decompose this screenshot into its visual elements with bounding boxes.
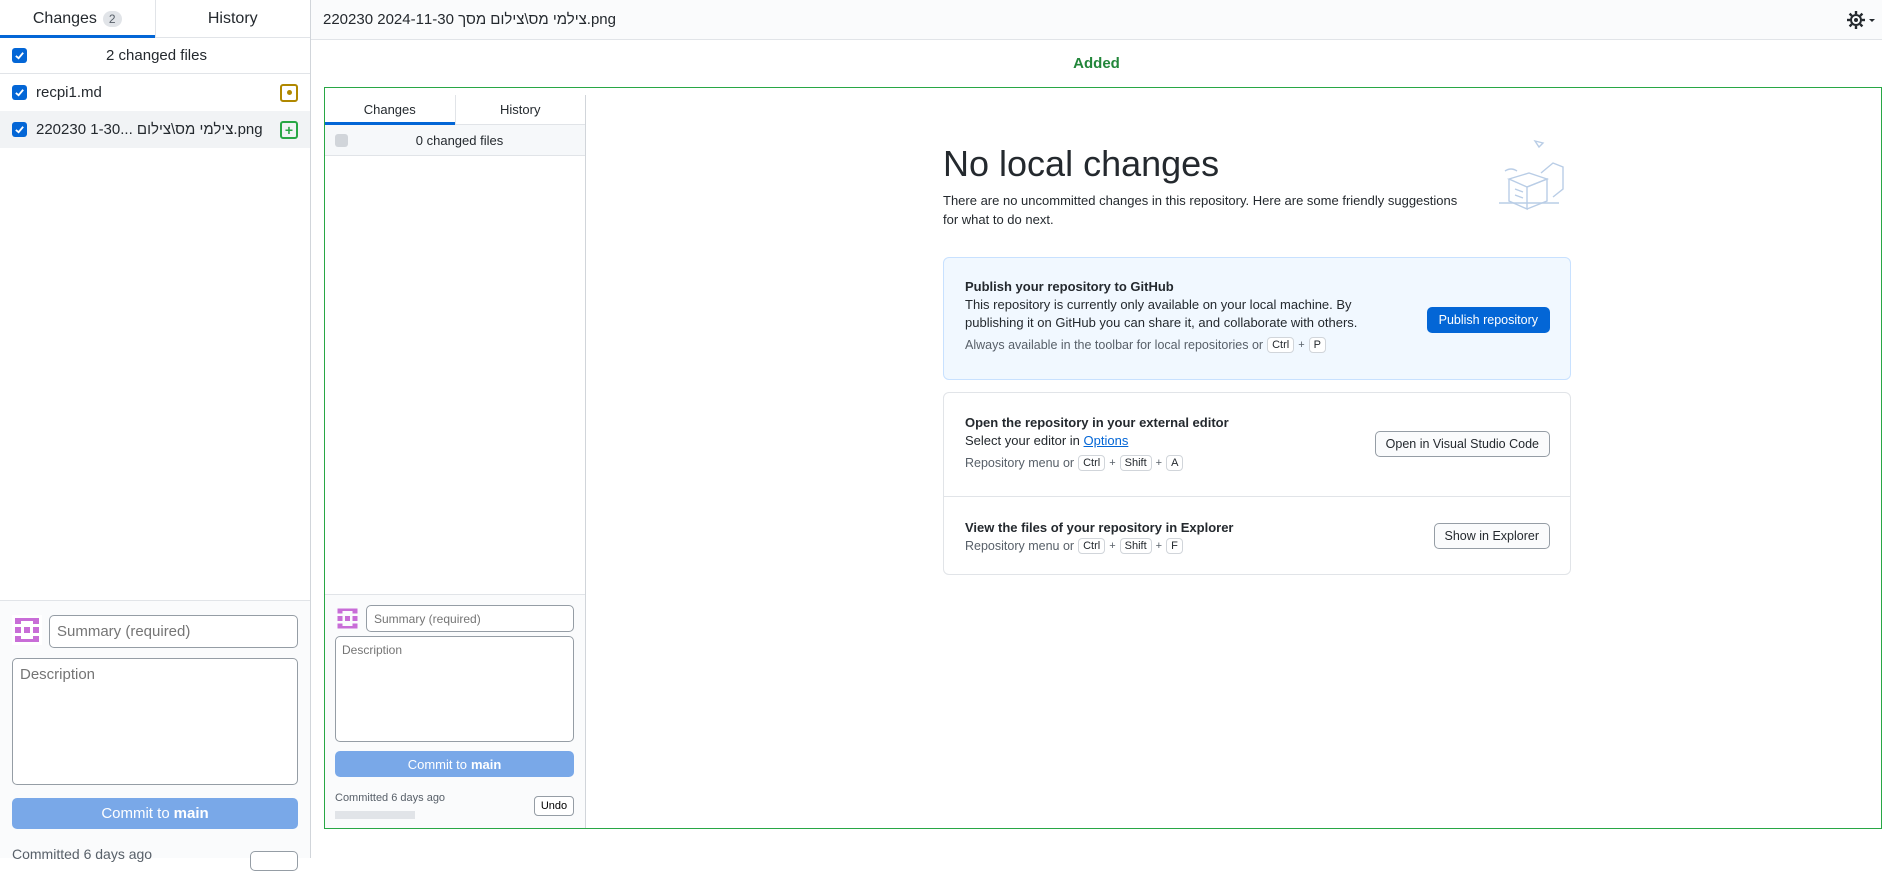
- key-ctrl: Ctrl: [1267, 337, 1295, 353]
- chevron-down-icon: [1869, 18, 1875, 22]
- key-f: F: [1166, 538, 1183, 554]
- tab-history[interactable]: History: [154, 0, 311, 37]
- added-status-icon: +: [280, 120, 298, 139]
- publish-text: This repository is currently only availa…: [965, 297, 1358, 330]
- no-local-changes-view: No local changes There are no uncommitte…: [943, 139, 1571, 575]
- preview-tabs: Changes History: [325, 95, 585, 125]
- preview-commit-button-branch: main: [470, 756, 502, 772]
- preview-changed-files-header: 0 changed files: [325, 125, 585, 156]
- commit-button[interactable]: Commit to main: [12, 798, 298, 829]
- changes-count-badge: 2: [102, 10, 122, 27]
- key-shift: Shift: [1119, 538, 1152, 554]
- preview-last-commit-label: Committed 6 days ago: [335, 792, 446, 804]
- preview-tab-history: History: [454, 95, 586, 124]
- open-in-vscode-button: Open in Visual Studio Code: [1374, 431, 1550, 457]
- preview-avatar: [337, 608, 358, 629]
- publish-hint: Always available in the toolbar for loca…: [965, 337, 1405, 353]
- show-in-explorer-button: Show in Explorer: [1433, 523, 1550, 549]
- commit-message-panel: Commit to main Committed 6 days ago: [0, 600, 310, 871]
- commit-description-input[interactable]: [12, 658, 298, 785]
- image-preview: Changes History 0 changed files Summary …: [324, 87, 1882, 829]
- preview-tab-changes-label: Changes: [363, 102, 416, 117]
- publish-hint-text: Always available in the toolbar for loca…: [965, 338, 1264, 352]
- open-editor-text-prefix: Select your editor in: [965, 433, 1080, 448]
- preview-changed-files-count: 0 changed files: [415, 132, 504, 148]
- show-explorer-hint-text: Repository menu or: [965, 539, 1075, 553]
- show-explorer-row: View the files of your repository in Exp…: [944, 497, 1570, 576]
- preview-undo-button: Undo: [534, 796, 574, 816]
- commit-button-branch: main: [173, 805, 209, 822]
- tab-changes[interactable]: Changes 2: [0, 0, 155, 38]
- preview-description-input: [335, 636, 574, 742]
- preview-tab-changes: Changes: [325, 95, 455, 125]
- file-list-item[interactable]: recpi1.md: [0, 74, 310, 111]
- file-checkbox[interactable]: [12, 122, 27, 137]
- undo-button[interactable]: [250, 851, 298, 871]
- open-editor-row: Open the repository in your external edi…: [944, 393, 1570, 497]
- preview-tab-history-label: History: [500, 102, 541, 117]
- preview-select-all-checkbox: [335, 133, 348, 147]
- file-checkbox[interactable]: [12, 85, 27, 100]
- actions-card: Open the repository in your external edi…: [943, 392, 1571, 575]
- commit-summary-input[interactable]: [49, 615, 298, 648]
- changed-files-header: 2 changed files: [0, 38, 310, 74]
- key-ctrl: Ctrl: [1078, 538, 1106, 554]
- select-all-checkbox[interactable]: [12, 48, 27, 63]
- key-a: A: [1166, 455, 1184, 471]
- modified-status-icon: [280, 83, 298, 102]
- publish-title: Publish your repository to GitHub: [965, 279, 1174, 294]
- show-explorer-title: View the files of your repository in Exp…: [965, 520, 1234, 535]
- key-shift: Shift: [1119, 455, 1152, 471]
- preview-sidebar: Changes History 0 changed files Summary …: [325, 95, 586, 828]
- tab-changes-label: Changes: [32, 9, 97, 27]
- gear-icon[interactable]: [1840, 1, 1882, 39]
- changes-sidebar: Changes 2 History 2 changed files recpi1…: [0, 0, 311, 871]
- file-path: 220230 2024-11-30 צילמי מס\צילום מסך.png: [323, 11, 616, 28]
- preview-commit-button: Commit to main: [335, 751, 574, 777]
- key-p: P: [1308, 337, 1326, 353]
- commit-button-prefix: Commit to: [101, 805, 170, 822]
- open-editor-title: Open the repository in your external edi…: [965, 415, 1229, 430]
- sidebar-tabs: Changes 2 History: [0, 0, 310, 38]
- open-editor-hint-text: Repository menu or: [965, 456, 1075, 470]
- file-name: recpi1.md: [36, 84, 102, 101]
- diff-panel: 220230 2024-11-30 צילמי מס\צילום מסך.png…: [311, 0, 1882, 858]
- preview-summary-input: [366, 605, 574, 632]
- tab-history-label: History: [207, 9, 258, 27]
- avatar: [12, 615, 42, 645]
- file-name: 220230 1-30... צילמי מס\צילום.png: [36, 121, 263, 138]
- diff-status-label: Added: [1073, 55, 1120, 72]
- desk-illustration-icon: [1499, 139, 1564, 211]
- preview-commit-summary-cut: [335, 811, 415, 819]
- publish-repository-button: Publish repository: [1426, 307, 1550, 333]
- preview-commit-button-prefix: Commit to: [407, 756, 467, 772]
- show-explorer-hint: Repository menu or Ctrl + Shift + F: [965, 538, 1234, 554]
- last-commit-label: Committed 6 days ago: [12, 846, 153, 862]
- changed-files-count: 2 changed files: [106, 47, 207, 64]
- file-header: 220230 2024-11-30 צילמי מס\צילום מסך.png: [311, 0, 1882, 40]
- open-editor-hint: Repository menu or Ctrl + Shift + A: [965, 455, 1229, 471]
- publish-repository-card: Publish your repository to GitHub This r…: [943, 257, 1571, 380]
- key-ctrl: Ctrl: [1078, 455, 1106, 471]
- blankslate-subtitle: There are no uncommitted changes in this…: [943, 193, 1458, 227]
- options-link: Options: [1083, 433, 1129, 448]
- preview-commit-panel: Commit to main Committed 6 days ago Undo: [325, 594, 585, 828]
- file-list-item-selected[interactable]: 220230 1-30... צילמי מס\צילום.png +: [0, 111, 310, 148]
- open-editor-text: Select your editor in Options: [965, 432, 1229, 450]
- blankslate-title: No local changes: [943, 143, 1220, 184]
